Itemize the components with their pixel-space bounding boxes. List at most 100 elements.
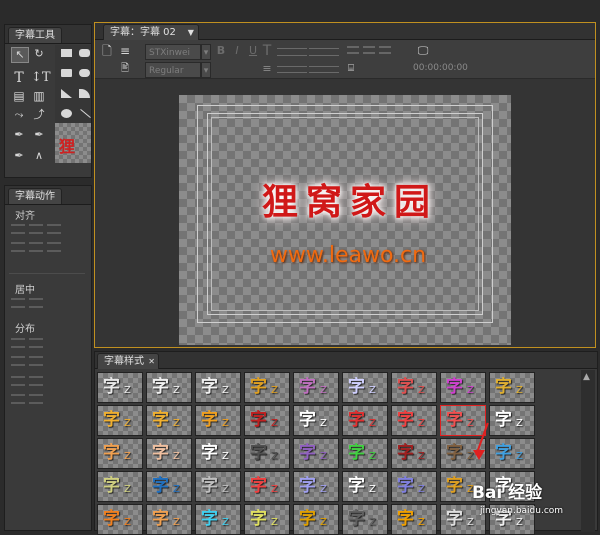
align-right-text-icon[interactable] [379, 46, 391, 54]
italic-icon[interactable]: I [229, 44, 245, 58]
align-bottom-icon[interactable] [47, 242, 61, 252]
new-title-icon[interactable]: 🗋 [99, 44, 115, 58]
show-background-video-icon[interactable]: 🖵 [415, 44, 431, 58]
distribute-center-v-icon[interactable] [29, 376, 43, 386]
style-swatch[interactable]: 字Z [293, 438, 339, 469]
delete-anchor-tool-icon[interactable]: ✒ [31, 128, 47, 142]
baseline-shift-icon[interactable]: ≡ [259, 62, 275, 76]
style-swatch[interactable]: 字Z [244, 405, 290, 436]
canvas-title-text[interactable]: 狸窝家园 [245, 173, 455, 225]
style-swatch[interactable]: 字Z [146, 471, 192, 502]
style-swatch[interactable]: 字Z [244, 438, 290, 469]
templates-icon[interactable]: 🖹 [117, 62, 133, 76]
style-swatch[interactable]: 字Z [146, 438, 192, 469]
style-swatch[interactable]: 字Z [195, 471, 241, 502]
title-styles-close-icon[interactable]: ✕ [148, 354, 155, 369]
distribute-horizontal-even-icon[interactable] [29, 356, 43, 366]
style-swatch[interactable]: 字Z [293, 405, 339, 436]
roll-crawl-options-icon[interactable]: ≡ [117, 44, 133, 58]
style-swatch[interactable]: 字Z [195, 504, 241, 535]
type-tool-icon[interactable]: T [11, 71, 27, 85]
style-swatch[interactable]: 字Z [342, 405, 388, 436]
style-swatch[interactable]: 字Z [391, 405, 437, 436]
rotate-tool-icon[interactable]: ↻ [31, 47, 47, 61]
center-vertical-icon[interactable] [29, 298, 43, 308]
style-swatch[interactable]: 字Z [146, 504, 192, 535]
title-canvas[interactable]: 狸窝家园 www.leawo.cn [179, 95, 511, 345]
align-center-text-icon[interactable] [363, 46, 375, 54]
align-center-h-icon[interactable] [29, 224, 43, 234]
distribute-vertical-even-icon[interactable] [29, 394, 43, 404]
title-tab[interactable]: 字幕：字幕 02 ▼ [103, 24, 199, 40]
style-swatch[interactable]: 字Z [391, 504, 437, 535]
font-family-select[interactable]: STXinwei [145, 44, 201, 60]
title-actions-tab[interactable]: 字幕动作 [8, 188, 62, 204]
wedge-tool-icon[interactable] [61, 89, 72, 98]
tab-stops-control[interactable] [309, 66, 339, 73]
style-swatch[interactable]: 字Z [293, 471, 339, 502]
pen-tool-icon[interactable]: ✒ [11, 128, 27, 142]
title-styles-tab[interactable]: 字幕样式 ✕ [97, 353, 159, 369]
rectangle-tool-icon[interactable] [61, 49, 72, 57]
rounded-corner-tool-icon[interactable] [79, 69, 90, 77]
style-swatch[interactable]: 字Z [293, 504, 339, 535]
style-swatch[interactable]: 字Z [195, 372, 241, 403]
style-swatch[interactable]: 字Z [195, 438, 241, 469]
font-style-dropdown[interactable]: ▾ [201, 62, 211, 78]
style-swatch[interactable]: 字Z [489, 405, 535, 436]
clipped-rectangle-tool-icon[interactable] [61, 69, 72, 77]
align-center-v-icon[interactable] [29, 242, 43, 252]
style-swatch[interactable]: 字Z [97, 372, 143, 403]
font-size-icon[interactable]: T [259, 44, 275, 58]
bold-icon[interactable]: B [213, 44, 229, 58]
style-swatch[interactable]: 字Z [195, 405, 241, 436]
timecode[interactable]: 00:00:00:00 [413, 63, 468, 73]
style-swatch[interactable]: 字Z [244, 504, 290, 535]
style-swatch[interactable]: 字Z [440, 372, 486, 403]
style-swatch[interactable]: 字Z [440, 405, 486, 436]
distribute-center-h-icon[interactable] [29, 338, 43, 348]
style-swatch[interactable]: 字Z [391, 438, 437, 469]
style-swatch[interactable]: 字Z [342, 438, 388, 469]
style-swatch[interactable]: 字Z [489, 438, 535, 469]
center-horizontal-icon[interactable] [11, 298, 25, 308]
canvas-url-text[interactable]: www.leawo.cn [233, 243, 463, 268]
title-tools-tab[interactable]: 字幕工具 [8, 27, 62, 43]
style-swatch[interactable]: 字Z [97, 438, 143, 469]
font-family-dropdown[interactable]: ▾ [201, 44, 211, 60]
tab-stops-icon[interactable]: ⌸ [343, 62, 359, 76]
arc-tool-icon[interactable] [79, 89, 90, 98]
align-left-icon[interactable] [11, 224, 25, 234]
path-type-tool-icon[interactable]: ⤳ [11, 108, 27, 122]
style-swatch[interactable]: 字Z [244, 471, 290, 502]
selection-tool-icon[interactable]: ↖ [11, 47, 29, 63]
tracking-control[interactable] [277, 66, 307, 73]
align-top-icon[interactable] [11, 242, 25, 252]
style-swatch[interactable]: 字Z [391, 372, 437, 403]
distribute-top-icon[interactable] [11, 376, 25, 386]
style-swatch[interactable]: 字Z [146, 372, 192, 403]
style-swatch[interactable]: 字Z [342, 504, 388, 535]
leading-control[interactable] [309, 48, 339, 56]
distribute-bottom-icon[interactable] [11, 394, 25, 404]
style-swatch[interactable]: 字Z [391, 471, 437, 502]
scroll-up-icon[interactable]: ▲ [583, 372, 590, 382]
add-anchor-tool-icon[interactable]: ✒ [11, 149, 27, 163]
style-swatch[interactable]: 字Z [342, 372, 388, 403]
rounded-rectangle-tool-icon[interactable] [79, 49, 90, 57]
line-tool-icon[interactable] [80, 108, 91, 119]
style-swatch[interactable]: 字Z [97, 471, 143, 502]
distribute-right-icon[interactable] [11, 356, 25, 366]
style-swatch[interactable]: 字Z [97, 405, 143, 436]
area-type-tool-icon[interactable]: ▤ [11, 89, 27, 103]
align-left-text-icon[interactable] [347, 46, 359, 54]
style-swatch[interactable]: 字Z [146, 405, 192, 436]
style-swatch[interactable]: 字Z [489, 372, 535, 403]
ellipse-tool-icon[interactable] [61, 109, 72, 118]
vertical-path-type-tool-icon[interactable]: ⤴ [31, 108, 47, 122]
convert-anchor-tool-icon[interactable]: ∧ [31, 149, 47, 163]
style-swatch[interactable]: 字Z [97, 504, 143, 535]
vertical-area-type-tool-icon[interactable]: ▥ [31, 89, 47, 103]
title-tab-dropdown-icon[interactable]: ▼ [188, 25, 194, 40]
align-right-icon[interactable] [47, 224, 61, 234]
